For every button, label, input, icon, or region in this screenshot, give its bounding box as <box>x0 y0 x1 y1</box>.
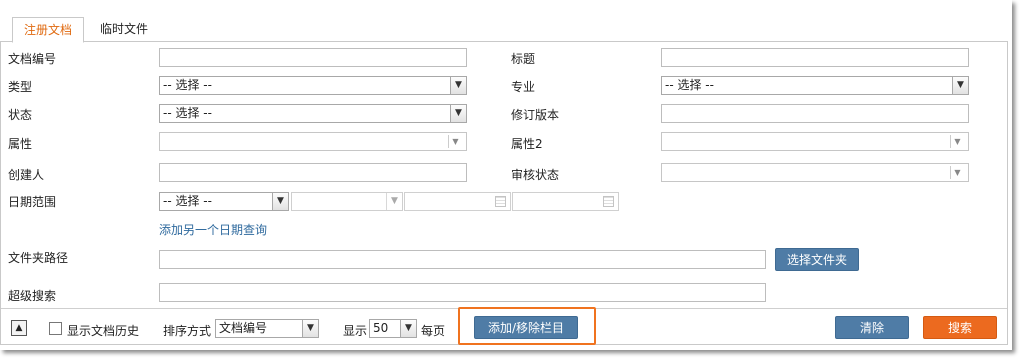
attribute-label: 属性 <box>8 137 33 151</box>
show-history-checkbox[interactable] <box>49 322 62 335</box>
chevron-down-icon: ▼ <box>302 320 318 337</box>
show-label: 显示 <box>343 324 368 338</box>
date-range-label: 日期范围 <box>8 195 57 209</box>
tab-temp-files[interactable]: 临时文件 <box>92 17 156 43</box>
calendar-icon[interactable] <box>495 196 506 207</box>
title-input[interactable] <box>661 48 969 67</box>
major-select-value: -- 选择 -- <box>665 78 714 92</box>
select-folder-button[interactable]: 选择文件夹 <box>775 248 859 271</box>
dropdown-arrow-icon[interactable]: ▼ <box>950 166 964 179</box>
attribute2-combo[interactable]: ▼ <box>661 132 969 151</box>
doc-number-label: 文档编号 <box>8 52 57 66</box>
show-history-label: 显示文档历史 <box>67 324 140 338</box>
attribute-combo[interactable]: ▼ <box>159 132 467 151</box>
add-remove-columns-button[interactable]: 添加/移除栏目 <box>474 316 578 339</box>
sort-select[interactable]: 文档编号 ▼ <box>215 319 319 338</box>
tab-bar: 注册文档 临时文件 <box>0 0 1008 43</box>
date-range-select[interactable]: -- 选择 -- ▼ <box>159 192 289 211</box>
date-from-input[interactable] <box>404 192 511 211</box>
creator-label: 创建人 <box>8 168 45 182</box>
chevron-down-icon: ▼ <box>450 77 466 94</box>
attribute2-label: 属性2 <box>511 137 543 151</box>
doc-number-input[interactable] <box>159 48 467 67</box>
sort-label: 排序方式 <box>163 324 212 338</box>
page-size-value: 50 <box>373 321 389 335</box>
dropdown-arrow-icon[interactable]: ▼ <box>950 135 964 148</box>
super-search-label: 超级搜索 <box>8 289 57 303</box>
add-date-query-link[interactable]: 添加另一个日期查询 <box>159 221 267 238</box>
chevron-down-icon: ▼ <box>952 77 968 94</box>
page-size-select[interactable]: 50 ▼ <box>369 319 417 338</box>
status-label: 状态 <box>8 108 33 122</box>
search-dialog: 注册文档 临时文件 文档编号 标题 类型 -- 选择 -- ▼ 专业 -- 选择… <box>0 0 1012 350</box>
search-form-panel: 文档编号 标题 类型 -- 选择 -- ▼ 专业 -- 选择 -- ▼ 状态 -… <box>0 42 1008 345</box>
calendar-icon[interactable] <box>603 196 614 207</box>
clear-button[interactable]: 清除 <box>835 316 909 339</box>
major-select[interactable]: -- 选择 -- ▼ <box>661 76 969 95</box>
review-status-label: 审核状态 <box>511 168 560 182</box>
date-to-input[interactable] <box>512 192 619 211</box>
chevron-down-icon: ▼ <box>386 193 402 210</box>
per-page-label: 每页 <box>421 324 446 338</box>
super-search-input[interactable] <box>159 283 766 302</box>
folder-path-label: 文件夹路径 <box>8 251 69 265</box>
title-label: 标题 <box>511 52 536 66</box>
revision-input[interactable] <box>661 104 969 123</box>
date-range-select-value: -- 选择 -- <box>163 194 212 208</box>
status-select[interactable]: -- 选择 -- ▼ <box>159 104 467 123</box>
dropdown-arrow-icon[interactable]: ▼ <box>448 135 462 148</box>
search-button[interactable]: 搜索 <box>923 316 997 339</box>
type-select[interactable]: -- 选择 -- ▼ <box>159 76 467 95</box>
chevron-down-icon: ▼ <box>272 193 288 210</box>
major-label: 专业 <box>511 80 536 94</box>
revision-label: 修订版本 <box>511 108 560 122</box>
date-field-select: ▼ <box>291 192 403 211</box>
folder-path-input[interactable] <box>159 250 766 269</box>
status-select-value: -- 选择 -- <box>163 106 212 120</box>
triangle-up-icon[interactable]: ▲ <box>11 320 27 336</box>
chevron-down-icon: ▼ <box>400 320 416 337</box>
tab-registered-docs[interactable]: 注册文档 <box>12 17 84 43</box>
type-label: 类型 <box>8 80 33 94</box>
type-select-value: -- 选择 -- <box>163 78 212 92</box>
chevron-down-icon: ▼ <box>450 105 466 122</box>
review-status-combo[interactable]: ▼ <box>661 163 969 182</box>
creator-input[interactable] <box>159 163 467 182</box>
sort-select-value: 文档编号 <box>219 321 268 335</box>
